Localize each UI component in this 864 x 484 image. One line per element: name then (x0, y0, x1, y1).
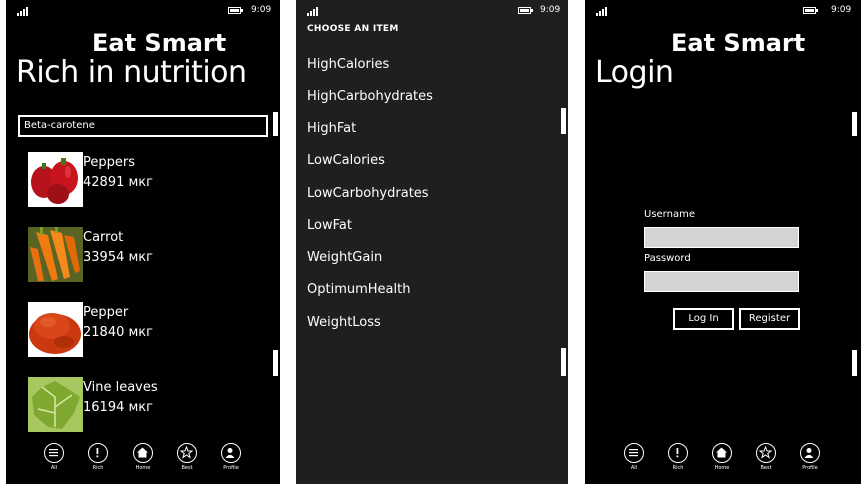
exclamation-icon (88, 443, 108, 463)
appbar-home-button[interactable]: Home (702, 443, 742, 471)
food-item[interactable]: Carrot 33954 мкг (28, 227, 268, 283)
password-field[interactable] (644, 271, 799, 292)
appbar-profile-button[interactable]: Profile (790, 443, 830, 471)
home-icon (712, 443, 732, 463)
exclamation-icon (668, 443, 688, 463)
carrot-image (28, 227, 83, 282)
login-button[interactable]: Log In (673, 308, 734, 330)
appbar-all-button[interactable]: All (614, 443, 654, 471)
vine-leaves-image (28, 377, 83, 432)
appbar-label: Rich (672, 465, 684, 471)
option-high-carbohydrates[interactable]: HighCarbohydrates (307, 89, 433, 104)
password-label: Password (644, 253, 691, 264)
app-bar: All Rich Home Best Profile (6, 443, 280, 483)
status-time: 9:09 (831, 5, 852, 15)
register-button[interactable]: Register (739, 308, 800, 330)
option-low-fat[interactable]: LowFat (307, 218, 352, 233)
food-name: Peppers (83, 155, 135, 170)
appbar-best-button[interactable]: Best (746, 443, 786, 471)
food-item[interactable]: Pepper 21840 мкг (28, 302, 268, 358)
pepper-powder-image (28, 302, 83, 357)
option-high-calories[interactable]: HighCalories (307, 57, 389, 72)
appbar-all-button[interactable]: All (34, 443, 74, 471)
list-icon (624, 443, 644, 463)
home-icon (133, 443, 153, 463)
status-time: 9:09 (251, 5, 272, 15)
app-title: Eat Smart (671, 29, 806, 57)
appbar-label: Home (714, 465, 730, 471)
profile-icon (221, 443, 241, 463)
star-icon (177, 443, 197, 463)
food-item[interactable]: Vine leaves 16194 мкг (28, 377, 268, 433)
nutrient-picker[interactable]: Beta-carotene (18, 115, 268, 137)
appbar-label: Profile (802, 465, 818, 471)
option-high-fat[interactable]: HighFat (307, 121, 356, 136)
app-title: Eat Smart (92, 29, 227, 57)
phone-screen-login: 9:09 Eat Smart Login Username Password L… (585, 0, 861, 484)
appbar-label: Rich (92, 465, 104, 471)
username-label: Username (644, 209, 695, 220)
scroll-indicator (273, 350, 278, 376)
signal-icon (596, 7, 612, 16)
list-icon (44, 443, 64, 463)
username-field[interactable] (644, 227, 799, 248)
chooser-header: CHOOSE AN ITEM (307, 24, 399, 34)
appbar-rich-button[interactable]: Rich (78, 443, 118, 471)
status-bar: 9:09 (296, 5, 568, 19)
star-icon (756, 443, 776, 463)
page-title: Login (595, 55, 674, 90)
peppers-image (28, 152, 83, 207)
page-title: Rich in nutrition (16, 55, 247, 90)
option-weight-gain[interactable]: WeightGain (307, 250, 382, 265)
battery-icon (803, 7, 818, 14)
phone-screen-chooser: 9:09 CHOOSE AN ITEM HighCalories HighCar… (296, 0, 568, 484)
option-low-calories[interactable]: LowCalories (307, 153, 385, 168)
appbar-label: Best (760, 465, 772, 471)
option-optimum-health[interactable]: OptimumHealth (307, 282, 410, 297)
food-name: Vine leaves (83, 380, 158, 395)
appbar-label: All (630, 465, 638, 471)
appbar-profile-button[interactable]: Profile (211, 443, 251, 471)
food-amount: 33954 мкг (83, 250, 153, 265)
battery-icon (228, 7, 243, 14)
appbar-label: All (50, 465, 58, 471)
appbar-home-button[interactable]: Home (123, 443, 163, 471)
food-amount: 16194 мкг (83, 400, 153, 415)
food-name: Carrot (83, 230, 124, 245)
scroll-indicator (273, 112, 278, 136)
food-item[interactable]: Peppers 42891 мкг (28, 152, 268, 208)
scroll-indicator (852, 112, 857, 136)
appbar-best-button[interactable]: Best (167, 443, 207, 471)
appbar-label: Profile (223, 465, 239, 471)
app-bar: All Rich Home Best Profile (585, 443, 861, 483)
scroll-indicator (561, 108, 566, 134)
profile-icon (800, 443, 820, 463)
appbar-label: Best (181, 465, 193, 471)
phone-screen-rich: 9:09 Eat Smart Rich in nutrition Beta-ca… (6, 0, 280, 484)
option-low-carbohydrates[interactable]: LowCarbohydrates (307, 186, 429, 201)
appbar-label: Home (135, 465, 151, 471)
scroll-indicator (852, 350, 857, 376)
appbar-rich-button[interactable]: Rich (658, 443, 698, 471)
scroll-indicator (561, 348, 566, 376)
signal-icon (17, 7, 33, 16)
food-name: Pepper (83, 305, 129, 320)
food-amount: 42891 мкг (83, 175, 153, 190)
option-weight-loss[interactable]: WeightLoss (307, 315, 381, 330)
battery-icon (518, 7, 533, 14)
food-amount: 21840 мкг (83, 325, 153, 340)
status-time: 9:09 (540, 5, 561, 15)
signal-icon (307, 7, 323, 16)
status-bar: 9:09 (585, 5, 861, 19)
status-bar: 9:09 (6, 5, 280, 19)
